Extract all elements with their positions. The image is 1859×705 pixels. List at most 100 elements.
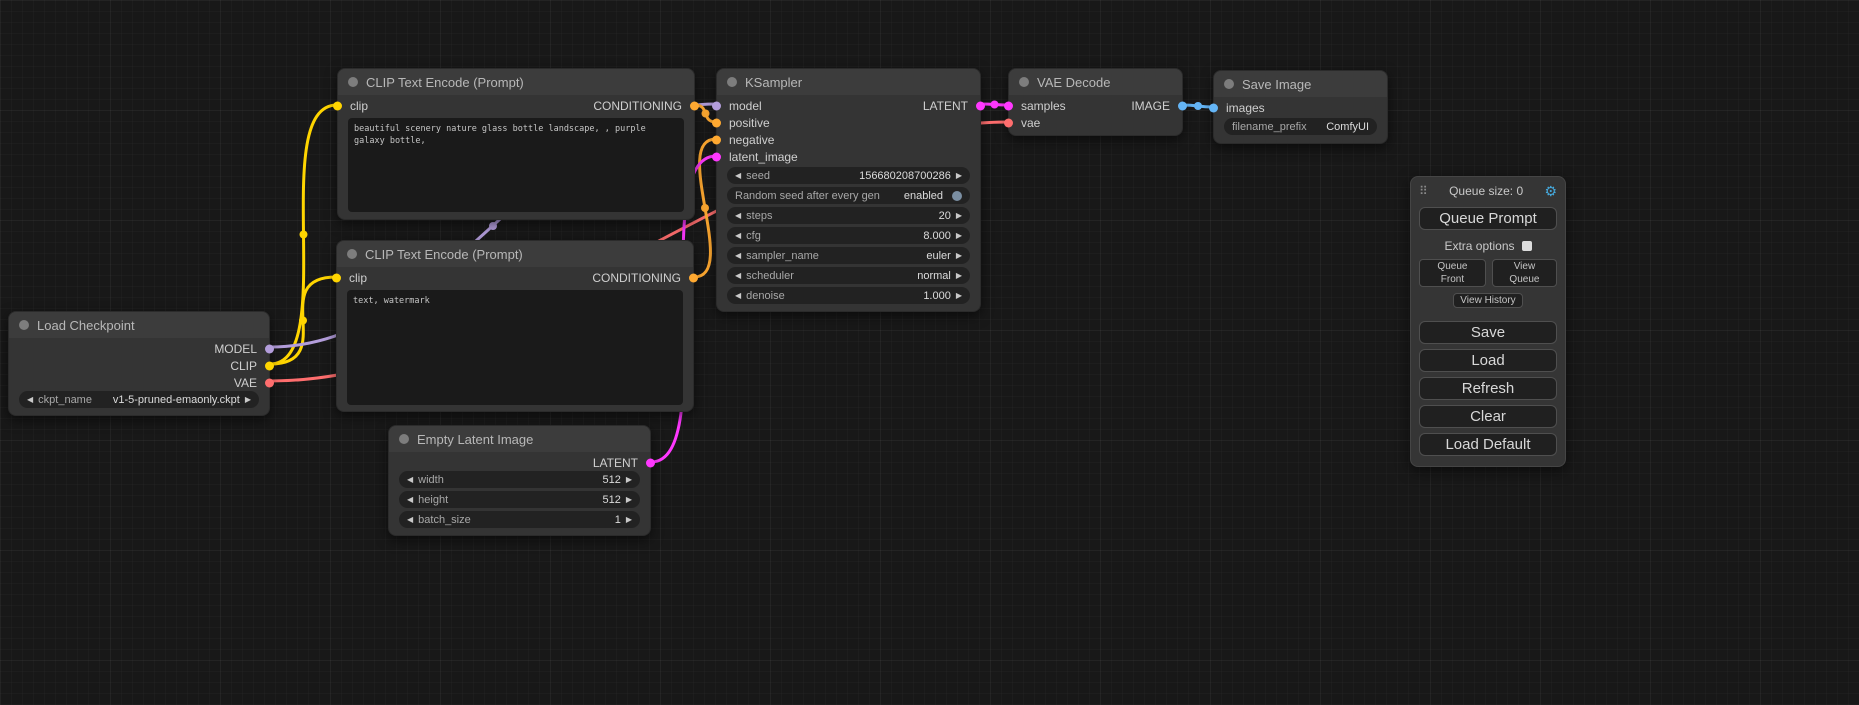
widget-scheduler[interactable]: ◀ scheduler normal ▶ <box>727 267 970 284</box>
positive-input-port[interactable] <box>712 118 721 127</box>
slot-label: positive <box>729 116 770 130</box>
view-queue-button[interactable]: View Queue <box>1492 259 1557 287</box>
increment-arrow-icon[interactable]: ▶ <box>956 272 962 280</box>
node-title: Load Checkpoint <box>37 318 135 333</box>
node-header[interactable]: Save Image <box>1214 71 1387 97</box>
widget-label: filename_prefix <box>1232 121 1307 133</box>
node-header[interactable]: Load Checkpoint <box>9 312 269 338</box>
node-header[interactable]: CLIP Text Encode (Prompt) <box>338 69 694 95</box>
increment-arrow-icon[interactable]: ▶ <box>956 232 962 240</box>
node-header[interactable]: Empty Latent Image <box>389 426 650 452</box>
collapse-dot-icon[interactable] <box>19 320 29 330</box>
toggle-icon[interactable] <box>952 191 962 201</box>
conditioning-output-port[interactable] <box>689 273 698 282</box>
decrement-arrow-icon[interactable]: ◀ <box>735 172 741 180</box>
decrement-arrow-icon[interactable]: ◀ <box>27 396 33 404</box>
increment-arrow-icon[interactable]: ▶ <box>956 292 962 300</box>
load-button[interactable]: Load <box>1419 349 1557 372</box>
refresh-button[interactable]: Refresh <box>1419 377 1557 400</box>
decrement-arrow-icon[interactable]: ◀ <box>407 476 413 484</box>
collapse-dot-icon[interactable] <box>348 77 358 87</box>
decrement-arrow-icon[interactable]: ◀ <box>735 212 741 220</box>
widget-width[interactable]: ◀ width 512 ▶ <box>399 471 640 488</box>
slot-row-samples-image: samples IMAGE <box>1009 97 1182 114</box>
widget-seed[interactable]: ◀ seed 156680208700286 ▶ <box>727 167 970 184</box>
decrement-arrow-icon[interactable]: ◀ <box>407 496 413 504</box>
widget-batch-size[interactable]: ◀ batch_size 1 ▶ <box>399 511 640 528</box>
clip-input-port[interactable] <box>332 273 341 282</box>
increment-arrow-icon[interactable]: ▶ <box>626 516 632 524</box>
input-slot-vae: vae <box>1009 114 1182 131</box>
collapse-dot-icon[interactable] <box>727 77 737 87</box>
save-button[interactable]: Save <box>1419 321 1557 344</box>
image-output-port[interactable] <box>1178 101 1187 110</box>
extra-options-checkbox[interactable] <box>1522 241 1532 251</box>
prompt-textarea[interactable]: text, watermark <box>347 290 683 405</box>
decrement-arrow-icon[interactable]: ◀ <box>735 252 741 260</box>
slot-label: model <box>729 99 762 113</box>
drag-handle-icon[interactable]: ⠿ <box>1419 184 1428 198</box>
input-slot-latent-image: latent_image <box>717 148 980 165</box>
load-default-button[interactable]: Load Default <box>1419 433 1557 456</box>
graph-canvas[interactable]: Load Checkpoint MODEL CLIP VAE ◀ ckpt_na… <box>0 0 1859 705</box>
widget-cfg[interactable]: ◀ cfg 8.000 ▶ <box>727 227 970 244</box>
clip-input-port[interactable] <box>333 101 342 110</box>
node-clip-text-encode-negative[interactable]: CLIP Text Encode (Prompt) clip CONDITION… <box>336 240 694 412</box>
widget-value: 512 <box>602 474 620 486</box>
node-clip-text-encode-positive[interactable]: CLIP Text Encode (Prompt) clip CONDITION… <box>337 68 695 220</box>
widget-ckpt-name[interactable]: ◀ ckpt_name v1-5-pruned-emaonly.ckpt ▶ <box>19 391 259 408</box>
widget-label: sampler_name <box>746 250 819 262</box>
decrement-arrow-icon[interactable]: ◀ <box>735 232 741 240</box>
collapse-dot-icon[interactable] <box>1224 79 1234 89</box>
conditioning-output-port[interactable] <box>690 101 699 110</box>
slot-label: IMAGE <box>1131 99 1170 113</box>
node-header[interactable]: KSampler <box>717 69 980 95</box>
increment-arrow-icon[interactable]: ▶ <box>956 252 962 260</box>
samples-input-port[interactable] <box>1004 101 1013 110</box>
node-save-image[interactable]: Save Image images filename_prefix ComfyU… <box>1213 70 1388 144</box>
node-empty-latent-image[interactable]: Empty Latent Image LATENT ◀ width 512 ▶ … <box>388 425 651 536</box>
queue-prompt-button[interactable]: Queue Prompt <box>1419 207 1557 230</box>
negative-input-port[interactable] <box>712 135 721 144</box>
node-header[interactable]: VAE Decode <box>1009 69 1182 95</box>
decrement-arrow-icon[interactable]: ◀ <box>735 292 741 300</box>
node-ksampler[interactable]: KSampler model LATENT positive negative <box>716 68 981 312</box>
widget-random-seed-toggle[interactable]: Random seed after every gen enabled <box>727 187 970 204</box>
decrement-arrow-icon[interactable]: ◀ <box>407 516 413 524</box>
node-header[interactable]: CLIP Text Encode (Prompt) <box>337 241 693 267</box>
queue-front-button[interactable]: Queue Front <box>1419 259 1486 287</box>
widget-height[interactable]: ◀ height 512 ▶ <box>399 491 640 508</box>
vae-output-port[interactable] <box>265 378 274 387</box>
collapse-dot-icon[interactable] <box>347 249 357 259</box>
latent-output-port[interactable] <box>976 101 985 110</box>
decrement-arrow-icon[interactable]: ◀ <box>735 272 741 280</box>
settings-gear-icon[interactable]: ⚙ <box>1544 183 1557 200</box>
prompt-textarea[interactable]: beautiful scenery nature glass bottle la… <box>348 118 684 212</box>
view-history-button[interactable]: View History <box>1453 293 1522 308</box>
collapse-dot-icon[interactable] <box>399 434 409 444</box>
node-load-checkpoint[interactable]: Load Checkpoint MODEL CLIP VAE ◀ ckpt_na… <box>8 311 270 416</box>
collapse-dot-icon[interactable] <box>1019 77 1029 87</box>
latent-image-input-port[interactable] <box>712 152 721 161</box>
widget-label: Random seed after every gen <box>735 190 880 202</box>
widget-label: height <box>418 494 448 506</box>
increment-arrow-icon[interactable]: ▶ <box>956 172 962 180</box>
model-output-port[interactable] <box>265 344 274 353</box>
widget-denoise[interactable]: ◀ denoise 1.000 ▶ <box>727 287 970 304</box>
widget-sampler-name[interactable]: ◀ sampler_name euler ▶ <box>727 247 970 264</box>
widget-steps[interactable]: ◀ steps 20 ▶ <box>727 207 970 224</box>
clear-button[interactable]: Clear <box>1419 405 1557 428</box>
widget-filename-prefix[interactable]: filename_prefix ComfyUI <box>1224 118 1377 135</box>
vae-input-port[interactable] <box>1004 118 1013 127</box>
increment-arrow-icon[interactable]: ▶ <box>245 396 251 404</box>
node-vae-decode[interactable]: VAE Decode samples IMAGE vae <box>1008 68 1183 136</box>
increment-arrow-icon[interactable]: ▶ <box>626 476 632 484</box>
slot-label: vae <box>1021 116 1040 130</box>
latent-output-port[interactable] <box>646 458 655 467</box>
images-input-port[interactable] <box>1209 103 1218 112</box>
increment-arrow-icon[interactable]: ▶ <box>956 212 962 220</box>
increment-arrow-icon[interactable]: ▶ <box>626 496 632 504</box>
widget-label: batch_size <box>418 514 471 526</box>
clip-output-port[interactable] <box>265 361 274 370</box>
model-input-port[interactable] <box>712 101 721 110</box>
